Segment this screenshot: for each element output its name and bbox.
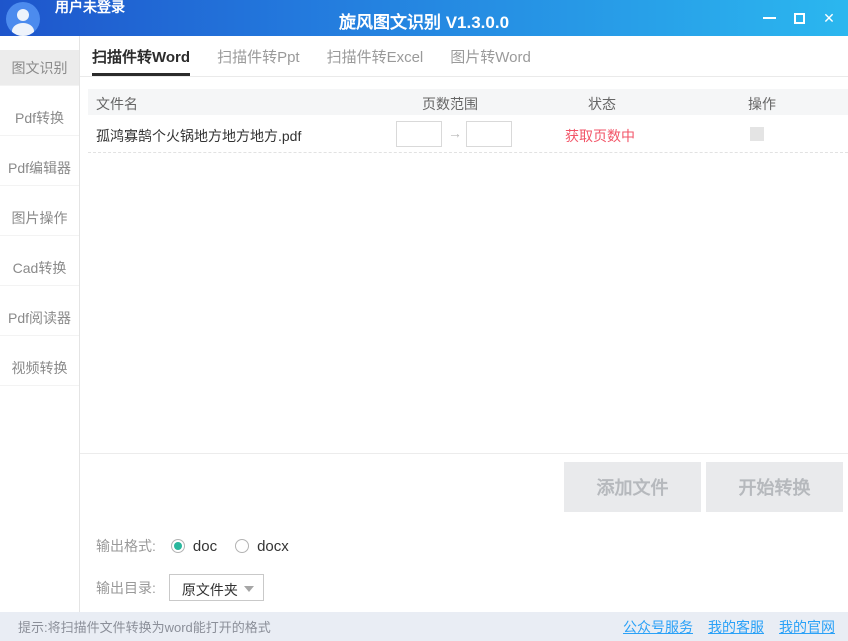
- radio-docx-label[interactable]: docx: [257, 538, 289, 555]
- content-divider: [80, 453, 848, 454]
- link-wechat-service[interactable]: 公众号服务: [623, 617, 693, 637]
- output-dir-row: 输出目录: 原文件夹: [96, 574, 264, 601]
- status-bar: 提示:将扫描件文件转换为word能打开的格式 公众号服务 我的客服 我的官网: [0, 612, 848, 641]
- action-buttons: 添加文件 开始转换: [564, 462, 843, 512]
- sidebar-item-image-ops[interactable]: 图片操作: [0, 200, 79, 236]
- header-filename: 文件名: [96, 94, 138, 114]
- radio-docx[interactable]: [235, 539, 249, 553]
- window-controls: ✕: [754, 0, 844, 36]
- header-action: 操作: [748, 94, 776, 114]
- window-title: 旋风图文识别 V1.3.0.0: [0, 8, 848, 33]
- titlebar: 用户未登录 旋风图文识别 V1.3.0.0 ✕: [0, 0, 848, 36]
- tip-text: 提示:将扫描件文件转换为word能打开的格式: [18, 617, 271, 636]
- minimize-button[interactable]: [754, 4, 784, 32]
- page-from-input[interactable]: [396, 121, 442, 147]
- sidebar-item-video-convert[interactable]: 视频转换: [0, 350, 79, 386]
- sidebar-item-ocr[interactable]: 图文识别: [0, 50, 79, 86]
- status-text: 获取页数中: [565, 126, 635, 146]
- maximize-icon: [794, 13, 805, 24]
- maximize-button[interactable]: [784, 4, 814, 32]
- radio-doc[interactable]: [171, 539, 185, 553]
- sidebar-item-pdf-editor[interactable]: Pdf编辑器: [0, 150, 79, 186]
- file-name: 孤鸿寡鹄个火锅地方地方地方.pdf: [96, 126, 301, 146]
- close-button[interactable]: ✕: [814, 4, 844, 32]
- header-status: 状态: [588, 94, 616, 114]
- start-convert-button[interactable]: 开始转换: [706, 462, 843, 512]
- tab-scan-to-word[interactable]: 扫描件转Word: [92, 36, 190, 76]
- sidebar: 图文识别 Pdf转换 Pdf编辑器 图片操作 Cad转换 Pdf阅读器 视频转换: [0, 36, 80, 612]
- tab-scan-to-excel[interactable]: 扫描件转Excel: [327, 36, 424, 76]
- close-icon: ✕: [823, 11, 835, 25]
- header-page-range: 页数范围: [422, 94, 478, 114]
- output-format-label: 输出格式:: [96, 536, 156, 556]
- output-format-row: 输出格式: doc docx: [96, 536, 289, 556]
- output-dir-value: 原文件夹: [182, 580, 238, 600]
- minimize-icon: [763, 17, 776, 19]
- chevron-down-icon: [244, 586, 254, 592]
- sidebar-item-pdf-convert[interactable]: Pdf转换: [0, 100, 79, 136]
- sidebar-item-cad-convert[interactable]: Cad转换: [0, 250, 79, 286]
- output-dir-label: 输出目录:: [96, 578, 156, 598]
- row-checkbox[interactable]: [750, 127, 764, 141]
- output-dir-select[interactable]: 原文件夹: [169, 574, 264, 601]
- app-window: 用户未登录 旋风图文识别 V1.3.0.0 ✕ 图文识别 Pdf转换 Pdf编辑…: [0, 0, 848, 641]
- link-my-website[interactable]: 我的官网: [779, 617, 835, 637]
- page-to-input[interactable]: [466, 121, 512, 147]
- main-content: 扫描件转Word 扫描件转Ppt 扫描件转Excel 图片转Word 文件名 页…: [80, 36, 848, 612]
- sidebar-item-pdf-reader[interactable]: Pdf阅读器: [0, 300, 79, 336]
- tab-bar: 扫描件转Word 扫描件转Ppt 扫描件转Excel 图片转Word: [80, 36, 848, 77]
- footer-links: 公众号服务 我的客服 我的官网: [623, 617, 835, 637]
- add-files-button[interactable]: 添加文件: [564, 462, 701, 512]
- table-row: 孤鸿寡鹄个火锅地方地方地方.pdf → 获取页数中: [88, 115, 848, 153]
- radio-doc-label[interactable]: doc: [193, 538, 217, 555]
- tab-image-to-word[interactable]: 图片转Word: [450, 36, 531, 76]
- tab-scan-to-ppt[interactable]: 扫描件转Ppt: [217, 36, 300, 76]
- file-table: 文件名 页数范围 状态 操作 孤鸿寡鹄个火锅地方地方地方.pdf → 获取页数中: [88, 89, 848, 153]
- range-arrow-icon: →: [444, 125, 466, 141]
- table-header: 文件名 页数范围 状态 操作: [88, 89, 848, 115]
- link-my-support[interactable]: 我的客服: [708, 617, 764, 637]
